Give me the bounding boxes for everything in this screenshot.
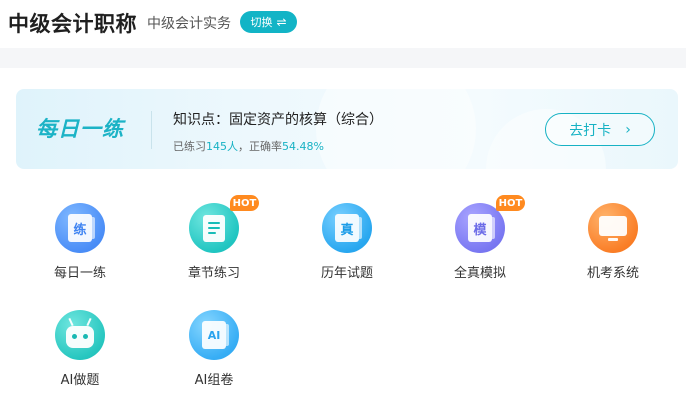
feature-chapter-practice[interactable]: HOT 章节练习 <box>164 195 264 293</box>
feature-past-exams[interactable]: 真 历年试题 <box>297 203 397 293</box>
switch-subject-button[interactable]: 切换 ⇌ <box>240 11 297 33</box>
swap-icon: ⇌ <box>276 15 287 29</box>
stats-prefix: 已练习 <box>173 140 206 153</box>
daily-practice-icon: 练 <box>55 203 105 253</box>
feature-daily-practice[interactable]: 练 每日一练 <box>30 203 130 293</box>
hot-badge: HOT <box>496 195 525 211</box>
monitor-icon <box>599 216 627 241</box>
past-exams-icon: 真 <box>322 203 372 253</box>
feature-label: AI组卷 <box>194 373 234 388</box>
feature-label: 机考系统 <box>586 266 639 281</box>
book-icon: 真 <box>335 214 362 242</box>
hot-badge: HOT <box>230 195 259 211</box>
accuracy-rate: 54.48% <box>282 140 324 153</box>
document-icon <box>203 214 225 242</box>
practiced-count: 145人 <box>206 140 238 153</box>
feature-ai-practice[interactable]: AI做题 <box>30 310 130 393</box>
feature-label: 每日一练 <box>53 266 106 281</box>
daily-practice-card[interactable]: 每日一练 知识点：固定资产的核算（综合） 已练习145人，正确率54.48% 去… <box>16 89 678 169</box>
practice-stats: 已练习145人，正确率54.48% <box>173 138 324 154</box>
feature-computer-exam[interactable]: 机考系统 <box>563 203 663 293</box>
book-icon: 模 <box>468 214 495 242</box>
check-in-button[interactable]: 去打卡 › <box>545 113 655 146</box>
stats-mid: ，正确率 <box>238 140 282 153</box>
ai-paper-icon: AI <box>189 310 239 360</box>
feature-label: 历年试题 <box>320 266 373 281</box>
page-title: 中级会计职称 <box>8 12 137 36</box>
ai-book-icon: AI <box>202 321 229 349</box>
header: 中级会计职称 中级会计实务 切换 ⇌ <box>0 0 686 46</box>
chevron-right-icon: › <box>625 121 631 138</box>
book-icon: 练 <box>68 214 95 242</box>
knowledge-point-title: 知识点：固定资产的核算（综合） <box>173 112 383 128</box>
feature-label: AI做题 <box>60 373 100 388</box>
feature-ai-paper[interactable]: AI AI组卷 <box>164 310 264 393</box>
decorative-circle <box>316 89 476 169</box>
subject-name: 中级会计实务 <box>147 16 231 32</box>
check-in-label: 去打卡 <box>569 122 612 139</box>
computer-exam-icon <box>588 203 638 253</box>
feature-label: 章节练习 <box>187 266 240 281</box>
section-divider <box>0 48 686 68</box>
feature-label: 全真模拟 <box>453 266 506 281</box>
switch-label: 切换 <box>250 16 273 29</box>
robot-icon <box>66 326 94 348</box>
daily-practice-logo: 每日一练 <box>36 117 124 141</box>
ai-practice-icon <box>55 310 105 360</box>
feature-mock-exam[interactable]: 模 HOT 全真模拟 <box>430 195 530 293</box>
divider <box>151 111 152 149</box>
